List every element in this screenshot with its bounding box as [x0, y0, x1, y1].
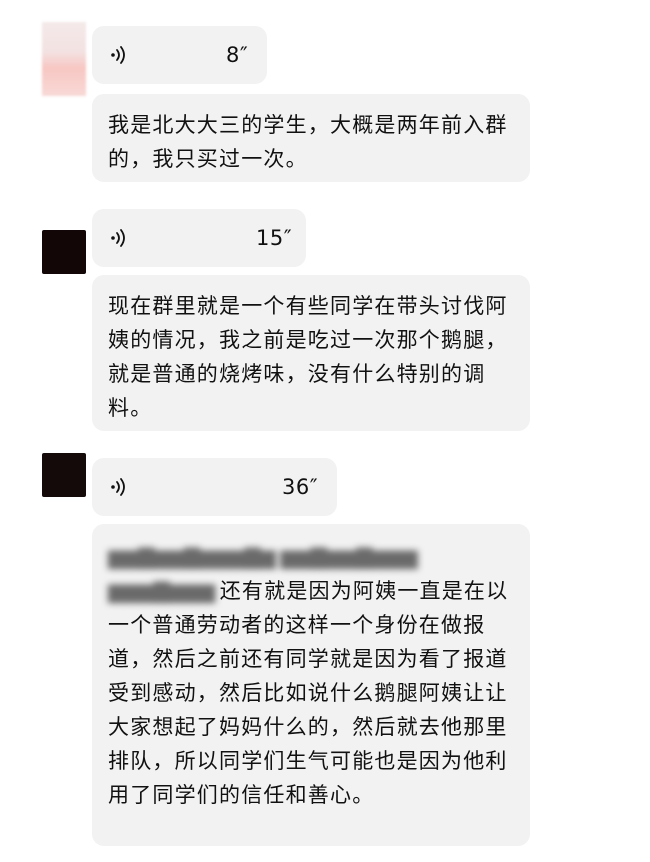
voice-message-3[interactable]: 36″: [92, 458, 337, 516]
voice-transcript-2: 现在群里就是一个有些同学在带头讨伐阿姨的情况，我之前是吃过一次那个鹅腿，就是普通…: [92, 275, 530, 431]
voice-duration: 8″: [226, 43, 249, 67]
voice-message-2[interactable]: 15″: [92, 209, 306, 267]
transcript-text: 我是北大大三的学生，大概是两年前入群的，我只买过一次。: [108, 113, 508, 171]
avatar[interactable]: [42, 22, 86, 96]
avatar[interactable]: [42, 453, 86, 497]
transcript-text: 现在群里就是一个有些同学在带头讨伐阿姨的情况，我之前是吃过一次那个鹅腿，就是普通…: [108, 294, 508, 420]
voice-message-1[interactable]: 8″: [92, 26, 267, 84]
voice-wave-icon: [111, 478, 125, 496]
voice-wave-icon: [111, 46, 125, 64]
voice-transcript-1: 我是北大大三的学生，大概是两年前入群的，我只买过一次。: [92, 94, 530, 182]
avatar[interactable]: [42, 230, 86, 274]
voice-duration: 36″: [282, 475, 319, 499]
voice-duration: 15″: [256, 226, 293, 250]
voice-transcript-3: ▆▆▇▆▆▇▆▆▆▇▆ ▆▆▇▆▆▇▆▆▆ ▆▆▆▇▆▆▆ 还有就是因为阿姨一直…: [92, 524, 530, 846]
transcript-text: 还有就是因为阿姨一直是在以一个普通劳动者的这样一个身份在做报道，然后之前还有同学…: [108, 579, 509, 807]
voice-wave-icon: [111, 229, 125, 247]
